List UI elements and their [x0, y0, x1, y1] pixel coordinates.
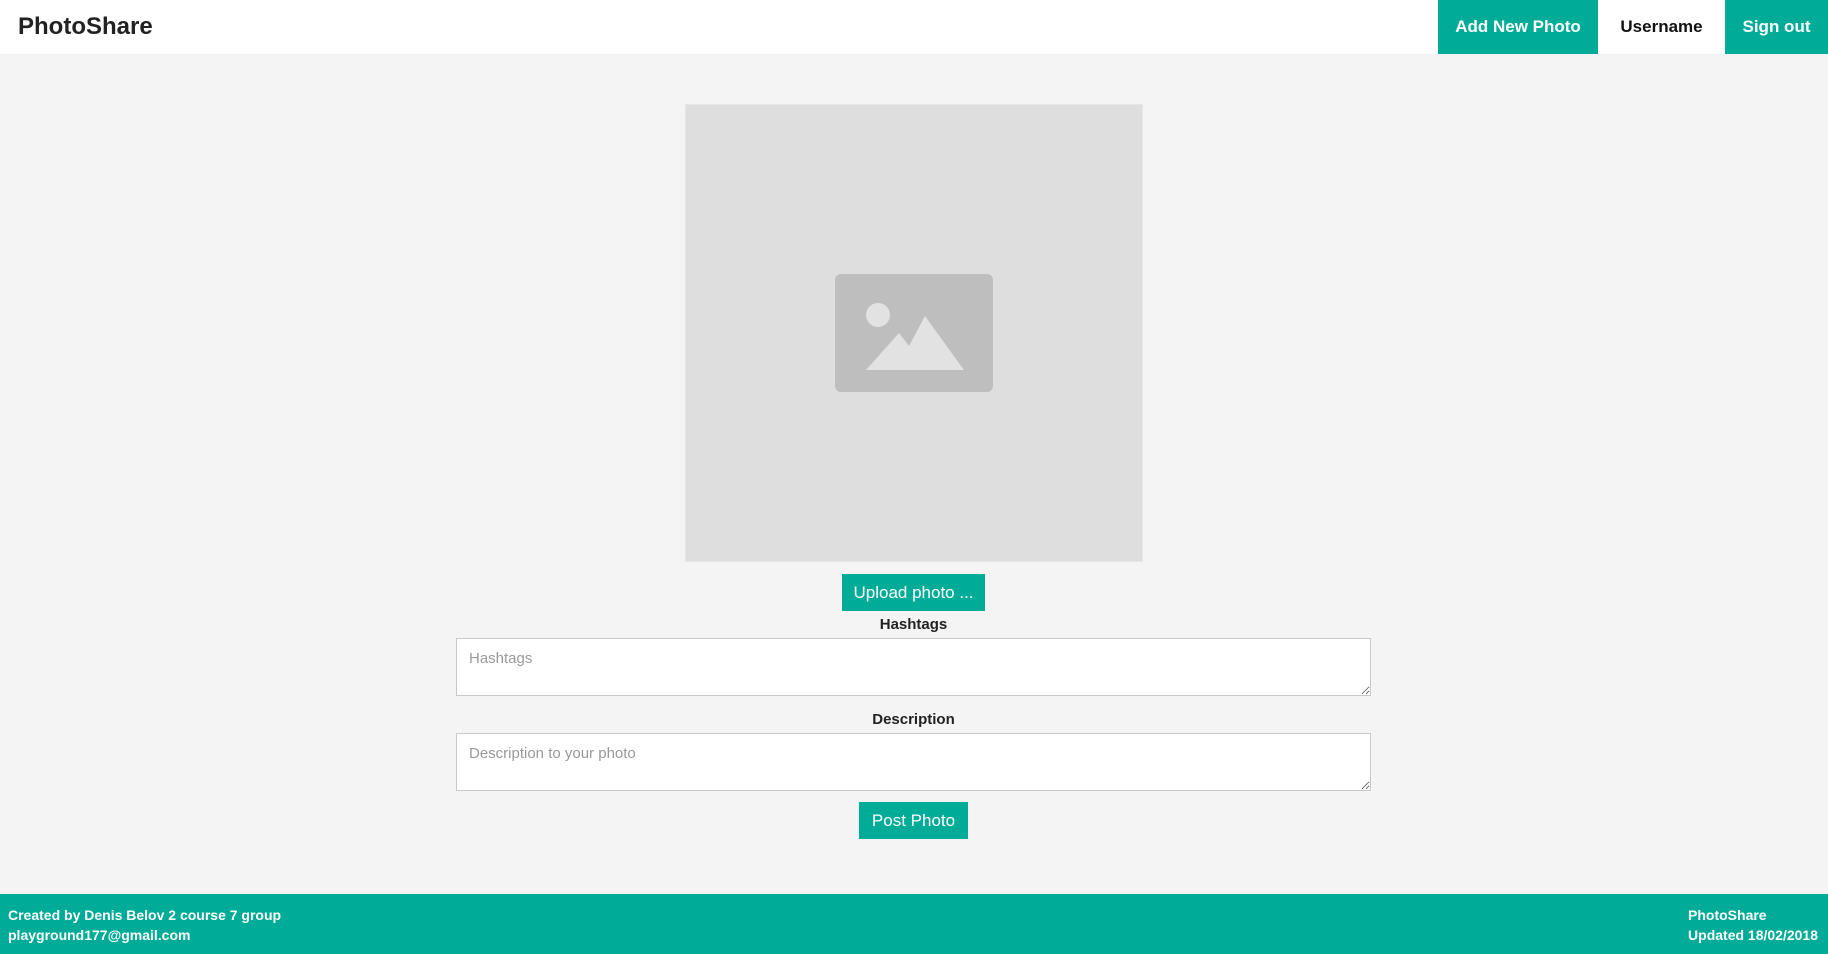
upload-photo-button[interactable]: Upload photo ... — [842, 574, 985, 611]
hashtags-input[interactable] — [456, 638, 1371, 696]
add-new-photo-link[interactable]: Add New Photo — [1438, 0, 1598, 54]
sign-out-link[interactable]: Sign out — [1725, 0, 1828, 54]
hashtags-label: Hashtags — [879, 616, 948, 633]
photo-preview — [685, 104, 1143, 562]
nav-menu: Add New Photo Username Sign out — [1438, 0, 1828, 54]
footer-credit-text: Created by Denis Belov 2 course 7 group — [8, 907, 282, 923]
description-label: Description — [872, 711, 955, 728]
footer-info: PhotoShare Updated 18/02/2018 — [1688, 905, 1818, 945]
footer-updated: Updated 18/02/2018 — [1688, 927, 1818, 943]
footer-email: playground177@gmail.com — [8, 927, 191, 943]
image-placeholder-icon — [835, 274, 993, 392]
footer-app-name: PhotoShare — [1688, 907, 1767, 923]
username-link[interactable]: Username — [1598, 0, 1725, 54]
new-photo-form: Upload photo ... Hashtags Description Po… — [0, 54, 1828, 894]
top-navbar: PhotoShare Add New Photo Username Sign o… — [0, 0, 1828, 54]
footer-credits: Created by Denis Belov 2 course 7 group … — [8, 905, 281, 945]
description-input[interactable] — [456, 733, 1371, 791]
brand-logo[interactable]: PhotoShare — [0, 13, 153, 41]
page-footer: Created by Denis Belov 2 course 7 group … — [0, 894, 1828, 954]
post-photo-button[interactable]: Post Photo — [859, 802, 968, 839]
